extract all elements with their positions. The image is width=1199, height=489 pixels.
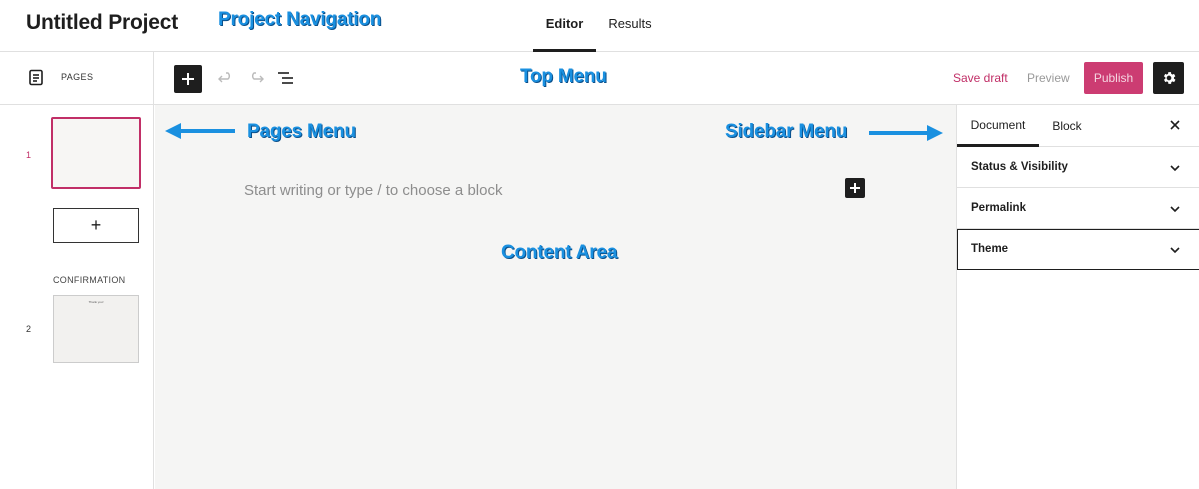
annotation-sidebar-menu: Sidebar Menu <box>725 121 848 142</box>
sidebar-menu: Document Block Status & Visibility Perma… <box>956 105 1199 489</box>
publish-button[interactable]: Publish <box>1084 62 1143 94</box>
page-thumbnail-2[interactable]: Thank you! <box>53 295 139 363</box>
pages-icon[interactable] <box>27 69 45 87</box>
panel-label: Status & Visibility <box>971 161 1068 173</box>
tab-document[interactable]: Document <box>957 105 1039 147</box>
add-page-button[interactable]: + <box>53 208 139 243</box>
tab-editor[interactable]: Editor <box>533 0 596 52</box>
preview-button[interactable]: Preview <box>1027 71 1070 85</box>
page-number: 2 <box>26 324 32 334</box>
list-view-icon[interactable] <box>276 68 296 88</box>
panel-status-visibility[interactable]: Status & Visibility <box>957 147 1199 188</box>
tab-block[interactable]: Block <box>1043 105 1091 147</box>
annotation-project-navigation: Project Navigation <box>218 9 382 30</box>
undo-icon[interactable] <box>216 68 236 88</box>
panel-label: Permalink <box>971 202 1026 214</box>
panel-label: Theme <box>971 243 1009 255</box>
section-label-confirmation: CONFIRMATION <box>53 275 126 285</box>
panel-permalink[interactable]: Permalink <box>957 188 1199 229</box>
redo-icon[interactable] <box>246 68 266 88</box>
pages-menu: 1 + CONFIRMATION 2 Thank you! <box>0 105 154 489</box>
panel-theme[interactable]: Theme <box>957 229 1199 270</box>
page-number: 1 <box>26 150 32 160</box>
sidebar-tabs: Document Block <box>957 105 1199 147</box>
project-navigation-bar: Untitled Project Editor Results <box>0 0 1199 52</box>
annotation-content-area: Content Area <box>501 242 618 263</box>
settings-button[interactable] <box>1153 62 1184 94</box>
project-title: Untitled Project <box>26 11 178 34</box>
annotation-top-menu: Top Menu <box>520 66 607 87</box>
arrow-right-icon <box>869 125 943 141</box>
gear-icon <box>1163 72 1176 84</box>
chevron-down-icon <box>1170 247 1180 254</box>
save-draft-button[interactable]: Save draft <box>953 71 1008 85</box>
close-icon[interactable] <box>1167 117 1183 133</box>
chevron-down-icon <box>1170 165 1180 172</box>
pages-label: PAGES <box>61 72 94 82</box>
add-block-icon[interactable] <box>174 65 202 93</box>
tab-results[interactable]: Results <box>602 0 658 52</box>
content-area[interactable]: Start writing or type / to choose a bloc… <box>155 105 956 489</box>
chevron-down-icon <box>1170 206 1180 213</box>
pages-header: PAGES <box>0 52 154 105</box>
arrow-left-icon <box>165 123 235 139</box>
annotation-pages-menu: Pages Menu <box>247 121 356 142</box>
thumbnail-text: Thank you! <box>88 300 104 304</box>
block-placeholder[interactable]: Start writing or type / to choose a bloc… <box>244 182 502 199</box>
inline-add-block-icon[interactable] <box>845 178 865 198</box>
page-thumbnail-1[interactable] <box>51 117 141 189</box>
top-menu-toolbar: Save draft Preview Publish <box>154 52 1199 105</box>
